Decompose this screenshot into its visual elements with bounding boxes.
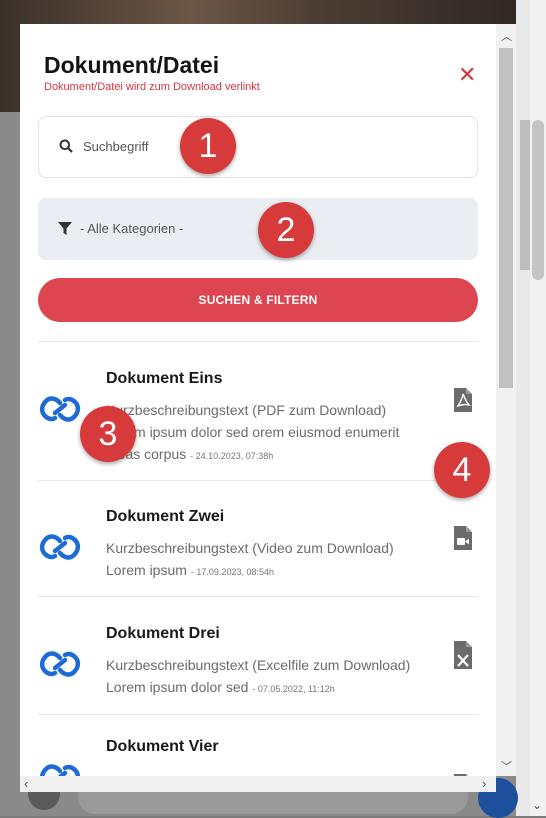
dialog-subtitle: Dokument/Datei wird zum Download verlink…	[44, 81, 260, 93]
divider	[38, 714, 478, 715]
document-dialog: Dokument/Datei Dokument/Datei wird zum D…	[20, 24, 496, 776]
scroll-right-icon[interactable]: ›	[482, 776, 486, 791]
item-description: Kurzbeschreibungstext (PDF zum Download)	[106, 402, 387, 418]
divider	[38, 596, 478, 597]
item-date: - 07.05.2022, 11:12h	[252, 684, 335, 694]
list-item[interactable]: Dokument Zwei Kurzbeschreibungstext (Vid…	[20, 482, 496, 600]
filter-icon	[58, 222, 72, 240]
item-date: - 17.09.2023, 08:54h	[190, 567, 274, 577]
scroll-up-icon[interactable]: ︿	[501, 28, 512, 44]
callout-badge-4: 4	[434, 442, 490, 498]
close-icon[interactable]: ✕	[458, 62, 476, 88]
list-item[interactable]: Dokument Drei Kurzbeschreibungstext (Exc…	[20, 599, 496, 717]
item-title[interactable]: Dokument Vier	[106, 738, 219, 756]
link-icon[interactable]	[38, 530, 82, 569]
callout-badge-1: 1	[180, 118, 236, 174]
item-meta: Lorem ipsum - 17.09.2023, 08:54h	[106, 562, 274, 578]
item-description: Kurzbeschreibungstext (Excelfile zum Dow…	[106, 657, 411, 673]
item-title[interactable]: Dokument Drei	[106, 625, 220, 643]
item-description-line2: Lorem ipsum dolor sed orem eiusmod enume…	[106, 424, 400, 440]
video-file-icon[interactable]	[454, 526, 472, 555]
search-filter-button[interactable]: SUCHEN & FILTERN	[38, 278, 478, 322]
page-scrollbar-thumb[interactable]	[532, 120, 544, 280]
item-description: Kurzbeschreibungstext (Video zum Downloa…	[106, 540, 394, 556]
item-title[interactable]: Dokument Eins	[106, 370, 222, 388]
item-meta: Lorem ipsum dolor sed - 07.05.2022, 11:12…	[106, 679, 335, 695]
list-item[interactable]: Dokument Vier	[20, 716, 496, 776]
horizontal-scrollbar[interactable]: ‹ ›	[20, 776, 496, 792]
item-date: - 24.10.2023, 07:38h	[190, 451, 274, 461]
excel-file-icon[interactable]	[454, 641, 472, 674]
callout-badge-3: 3	[80, 406, 136, 462]
dialog-title: Dokument/Datei	[44, 52, 220, 78]
search-placeholder: Suchbegriff	[83, 139, 149, 154]
item-title[interactable]: Dokument Zwei	[106, 508, 224, 526]
page-scroll-down-icon[interactable]: ⌄	[532, 798, 542, 812]
link-icon[interactable]	[38, 760, 82, 776]
divider	[38, 341, 478, 342]
callout-badge-2: 2	[258, 202, 314, 258]
search-input[interactable]: Suchbegriff	[38, 116, 478, 178]
scroll-down-icon[interactable]: ﹀	[501, 758, 512, 774]
search-icon	[59, 139, 73, 158]
page-scrollbar[interactable]	[530, 0, 546, 816]
dialog-scrollbar[interactable]: ︿ ﹀	[496, 24, 516, 776]
category-select-value: - Alle Kategorien -	[80, 221, 184, 236]
link-icon[interactable]	[38, 647, 82, 686]
link-icon[interactable]	[38, 392, 82, 431]
divider	[38, 480, 478, 481]
scroll-left-icon[interactable]: ‹	[24, 776, 28, 791]
dialog-scrollbar-thumb[interactable]	[499, 48, 513, 388]
pdf-file-icon[interactable]	[454, 388, 472, 417]
